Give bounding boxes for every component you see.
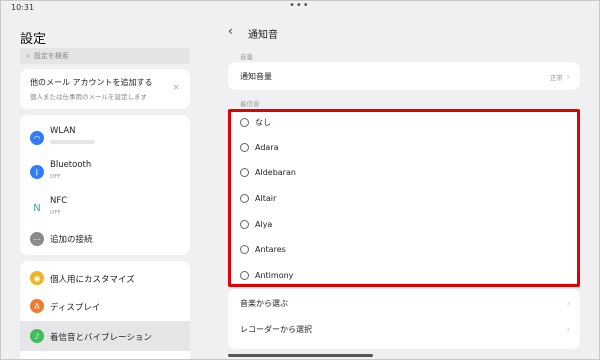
customize-icon: ◉: [30, 271, 44, 285]
wlan-network-name-redacted: [50, 140, 95, 144]
sound-icon: ♪: [30, 329, 44, 343]
radio-button[interactable]: [240, 245, 249, 254]
ringtone-option[interactable]: Altair: [240, 194, 276, 203]
add-mail-account-card[interactable]: 他のメール アカウントを追加する 個人または仕事用のメールを設定します ×: [20, 69, 190, 109]
sidebar-item-label: 個人用にカスタマイズ: [50, 275, 135, 285]
chevron-right-icon: ›: [566, 325, 570, 334]
nfc-icon: N: [33, 202, 41, 214]
sidebar-item-label: Bluetooth: [50, 160, 92, 170]
ringtone-option[interactable]: Aldebaran: [240, 168, 296, 177]
search-input[interactable]: ⌕ 設定を検索: [20, 48, 190, 64]
ringtone-label: Antimony: [255, 271, 294, 280]
sidebar-item-wlan[interactable]: ◠ WLAN: [20, 123, 190, 151]
radio-button[interactable]: [240, 118, 249, 127]
sidebar-item-label: 追加の接続: [50, 235, 93, 245]
sidebar-item-label: WLAN: [50, 126, 76, 136]
back-arrow-icon[interactable]: ‹: [228, 24, 233, 38]
more-connections-icon: ⋯: [30, 232, 44, 246]
ringtone-option[interactable]: Antimony: [240, 271, 293, 280]
radio-button[interactable]: [240, 143, 249, 152]
notification-volume-row[interactable]: 通知音量 正常 ›: [240, 71, 570, 82]
custom-source-card: 音楽から選ぶ › レコーダーから選択 ›: [228, 289, 580, 349]
clock: 10:31: [11, 3, 35, 12]
volume-card: 通知音量 正常 ›: [228, 62, 580, 90]
ringtone-option[interactable]: Antares: [240, 245, 286, 254]
ringtone-label: Adara: [255, 143, 279, 152]
choose-from-music-label: 音楽から選ぶ: [240, 299, 288, 308]
sidebar-item-label: NFC: [50, 196, 68, 206]
ringtone-list: なし Adara Aldebaran Altair Alya Antares A…: [228, 109, 580, 287]
search-placeholder: 設定を検索: [33, 52, 69, 60]
wifi-icon: ◠: [30, 131, 44, 145]
choose-from-music-row[interactable]: 音楽から選ぶ ›: [240, 298, 570, 309]
radio-button[interactable]: [240, 271, 249, 280]
chevron-right-icon: ›: [566, 72, 570, 81]
page-title: 設定: [20, 32, 47, 47]
status-bar: 10:31 ••• 🔕 ◔: [0, 0, 600, 180]
notification-sound-panel: ‹ 通知音 音量 通知音量 正常 › 着信音 なし Adara Aldebara…: [228, 16, 580, 360]
sidebar-item-bluetooth[interactable]: ᛒ Bluetooth OFF: [20, 157, 190, 185]
page-title: 通知音: [248, 30, 278, 41]
ringtone-option[interactable]: Alya: [240, 220, 272, 229]
sidebar-item-label: ディスプレイ: [50, 303, 101, 313]
display-icon: A: [30, 299, 44, 313]
ringtone-label: Aldebaran: [255, 168, 296, 177]
notification-volume-value: 正常: [549, 73, 563, 82]
choose-from-recorder-label: レコーダーから選択: [240, 325, 312, 334]
sidebar-item-status: OFF: [50, 210, 61, 216]
sidebar-item-nfc[interactable]: N NFC OFF: [20, 193, 190, 221]
radio-button[interactable]: [240, 194, 249, 203]
chevron-right-icon: ›: [566, 299, 570, 308]
radio-button[interactable]: [240, 220, 249, 229]
section-label-ringtone: 着信音: [240, 100, 260, 108]
notification-volume-label: 通知音量: [240, 72, 272, 81]
mail-card-subtitle: 個人または仕事用のメールを設定します: [30, 93, 147, 101]
sidebar-item-sound-vibration[interactable]: ♪ 着信音とバイブレーション: [20, 321, 190, 351]
sidebar-item-customize[interactable]: ◉ 個人用にカスタマイズ: [20, 265, 190, 291]
ringtone-label: Altair: [255, 194, 277, 203]
ringtone-option[interactable]: なし: [240, 117, 271, 128]
settings-sidebar: 設定 ⌕ 設定を検索 他のメール アカウントを追加する 個人または仕事用のメール…: [0, 16, 210, 360]
home-indicator[interactable]: [228, 354, 373, 357]
radio-button[interactable]: [240, 168, 249, 177]
mail-card-title: 他のメール アカウントを追加する: [30, 78, 153, 87]
sidebar-item-label: 着信音とバイブレーション: [50, 333, 152, 343]
section-label-volume: 音量: [240, 53, 253, 61]
sidebar-item-display[interactable]: A ディスプレイ: [20, 293, 190, 319]
choose-from-recorder-row[interactable]: レコーダーから選択 ›: [240, 324, 570, 335]
sidebar-item-more-connections[interactable]: ⋯ 追加の接続: [20, 227, 190, 251]
ringtone-label: なし: [255, 118, 271, 127]
personalization-settings-group: ◉ 個人用にカスタマイズ A ディスプレイ ♪ 着信音とバイブレーション: [20, 261, 190, 360]
ringtone-label: Antares: [255, 245, 286, 254]
bluetooth-icon: ᛒ: [30, 165, 44, 179]
close-icon[interactable]: ×: [172, 83, 180, 93]
search-icon: ⌕: [26, 51, 30, 60]
sidebar-item-status: OFF: [50, 174, 61, 180]
ringtone-label: Alya: [255, 220, 273, 229]
network-settings-group: ◠ WLAN ᛒ Bluetooth OFF N NFC OFF ⋯ 追加の接続: [20, 115, 190, 255]
ringtone-option[interactable]: Adara: [240, 143, 279, 152]
